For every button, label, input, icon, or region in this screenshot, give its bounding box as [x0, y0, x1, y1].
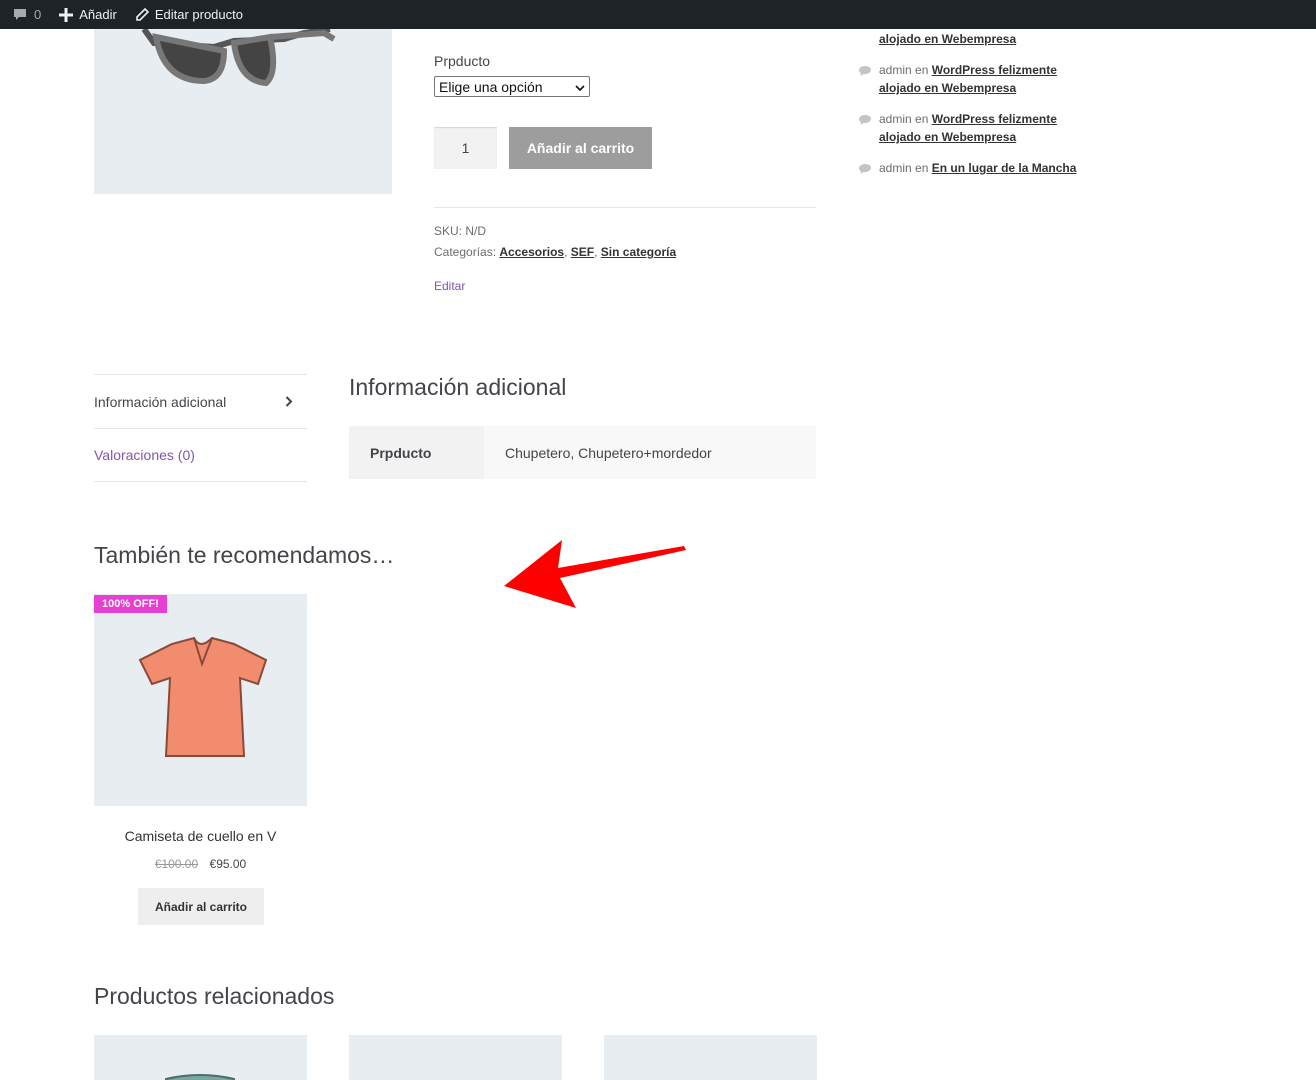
recent-comment-fragment: alojado en Webempresa — [858, 30, 1088, 48]
categories-line: Categorías: Accesorios, SEF, Sin categor… — [434, 245, 677, 259]
comment-author: admin — [879, 161, 912, 175]
add-to-cart-button[interactable]: Añadir al carrito — [509, 127, 652, 169]
recent-comment: admin en WordPress felizmente alojado en… — [858, 61, 1088, 97]
related-title: Productos relacionados — [94, 983, 335, 1009]
admin-bar: 0 Añadir Editar producto — [0, 0, 1316, 29]
comment-sep: en — [915, 161, 929, 175]
upsell-price: €100.00 €95.00 — [94, 857, 307, 871]
sunglasses-image — [141, 29, 336, 87]
chevron-down-icon — [575, 79, 585, 95]
tab-label: Valoraciones (0) — [94, 447, 195, 463]
edit-product-menu[interactable]: Editar producto — [135, 7, 243, 22]
upsell-add-to-cart-button[interactable]: Añadir al carrito — [138, 888, 264, 925]
comment-sep: en — [915, 112, 929, 126]
chevron-right-icon — [285, 394, 293, 410]
add-new-menu[interactable]: Añadir — [59, 7, 117, 22]
attribute-name: Prpducto — [349, 426, 484, 479]
comments-count: 0 — [34, 7, 42, 22]
comment-sep: en — [915, 63, 929, 77]
sale-badge: 100% OFF! — [94, 595, 167, 613]
edit-product-label: Editar producto — [154, 7, 243, 22]
product-thumbnail-image — [604, 1035, 817, 1080]
comment-post-link[interactable]: En un lugar de la Mancha — [932, 161, 1077, 175]
pencil-icon — [135, 7, 149, 22]
category-link[interactable]: SEF — [571, 245, 594, 259]
product-image[interactable] — [94, 29, 392, 194]
panel-title: Información adicional — [349, 374, 567, 400]
comment-bubble-icon — [858, 162, 872, 180]
upsells-title: También te recomendamos… — [94, 542, 395, 568]
tshirt-image — [138, 636, 268, 757]
comment-author: admin — [879, 63, 912, 77]
category-link[interactable]: Sin categoría — [601, 245, 676, 259]
comment-bubble-icon — [858, 113, 872, 131]
add-new-label: Añadir — [79, 7, 117, 22]
attribute-value: Chupetero, Chupetero+mordedor — [484, 426, 816, 479]
category-link[interactable]: Accesorios — [499, 245, 564, 259]
upsell-product-name[interactable]: Camiseta de cuello en V — [94, 828, 307, 844]
red-arrow-annotation — [500, 538, 692, 619]
recent-comment: admin en WordPress felizmente alojado en… — [858, 110, 1088, 146]
sku-value: N/D — [465, 224, 487, 238]
quantity-input[interactable]: 1 — [434, 127, 497, 169]
comment-post-link[interactable]: alojado en Webempresa — [879, 32, 1016, 46]
old-price: €100.00 — [154, 857, 199, 871]
current-price: €95.00 — [209, 857, 247, 871]
sku-line: SKU: N/D — [434, 224, 486, 238]
attributes-table: Prpducto Chupetero, Chupetero+mordedor — [349, 426, 816, 479]
categories-label: Categorías: — [434, 245, 497, 259]
upsell-product-image[interactable] — [94, 594, 307, 806]
comment-author: admin — [879, 112, 912, 126]
tab-reviews[interactable]: Valoraciones (0) — [94, 428, 307, 482]
variation-selected: Elige una opción — [439, 78, 543, 95]
edit-product-link[interactable]: Editar — [434, 279, 465, 293]
variation-label: Prpducto — [434, 53, 491, 69]
product-tabs: Información adicional Valoraciones (0) — [94, 374, 307, 482]
tshirt-image — [165, 1074, 235, 1080]
comment-bubble-icon — [858, 64, 872, 82]
divider — [434, 207, 816, 208]
related-product-image[interactable] — [604, 1035, 817, 1080]
tab-label: Información adicional — [94, 393, 227, 410]
recent-comment: admin en En un lugar de la Mancha — [858, 159, 1088, 177]
related-product-image[interactable] — [349, 1035, 562, 1080]
sku-label: SKU: — [434, 224, 463, 238]
plus-icon — [59, 7, 74, 22]
variation-select[interactable]: Elige una opción — [434, 76, 590, 97]
tab-additional-info[interactable]: Información adicional — [94, 374, 307, 428]
comment-icon — [12, 8, 28, 22]
related-product-image[interactable] — [94, 1035, 307, 1080]
comments-menu[interactable]: 0 — [12, 7, 41, 22]
